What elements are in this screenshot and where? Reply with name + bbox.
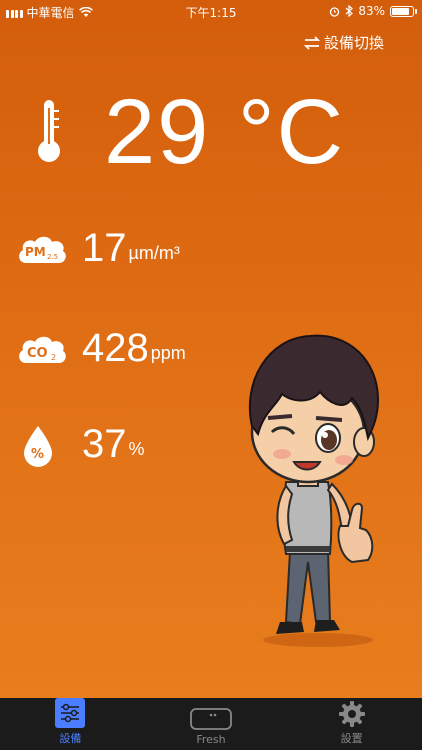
gear-icon: [338, 701, 365, 727]
alarm-icon: [330, 6, 340, 17]
svg-text:%: %: [31, 447, 44, 462]
status-right: 83%: [329, 4, 417, 18]
tab-fresh-label: Fresh: [196, 733, 226, 746]
svg-text:2.5: 2.5: [47, 253, 58, 261]
bluetooth-icon: [345, 5, 354, 17]
svg-text:CO: CO: [27, 346, 48, 361]
humidity-drop-icon: %: [16, 426, 68, 467]
status-bar: 中華電信 下午1:15 83%: [0, 0, 422, 22]
tab-bar: 設備 Fresh 設置: [0, 698, 422, 750]
svg-text:PM: PM: [25, 245, 46, 259]
temperature-row: 29 °C: [0, 80, 422, 190]
co2-value: 428: [82, 326, 149, 370]
switch-device-label: 設備切換: [323, 34, 384, 52]
tab-settings-label: 設置: [340, 732, 363, 745]
thermometer-icon: [38, 100, 60, 162]
tab-fresh[interactable]: Fresh: [141, 698, 282, 750]
svg-text:2: 2: [51, 353, 56, 362]
pm25-metric: PM 2.5 17 µm/m³: [16, 228, 180, 268]
device-icon: [190, 708, 232, 730]
humidity-unit: %: [128, 439, 145, 459]
pm25-value: 17: [82, 226, 127, 270]
sliders-icon: [55, 698, 86, 728]
battery-percent: 83%: [358, 4, 385, 18]
battery-icon: [390, 5, 417, 17]
co2-cloud-icon: CO 2: [16, 332, 68, 368]
tab-devices-label: 設備: [59, 732, 82, 745]
pm25-unit: µm/m³: [128, 243, 180, 263]
tab-settings[interactable]: 設置: [281, 698, 422, 750]
temperature-value: 29 °C: [104, 81, 346, 183]
co2-unit: ppm: [150, 343, 186, 363]
co2-metric: CO 2 428 ppm: [16, 328, 186, 368]
switch-device-button[interactable]: 設備切換: [303, 32, 384, 53]
swap-icon: [303, 35, 320, 50]
mascot-illustration: [248, 334, 380, 647]
tab-devices[interactable]: 設備: [0, 698, 141, 750]
humidity-metric: % 37 %: [16, 422, 145, 467]
battery-fill: [392, 7, 409, 15]
pm25-cloud-icon: PM 2.5: [16, 232, 68, 268]
humidity-value: 37: [82, 422, 127, 466]
